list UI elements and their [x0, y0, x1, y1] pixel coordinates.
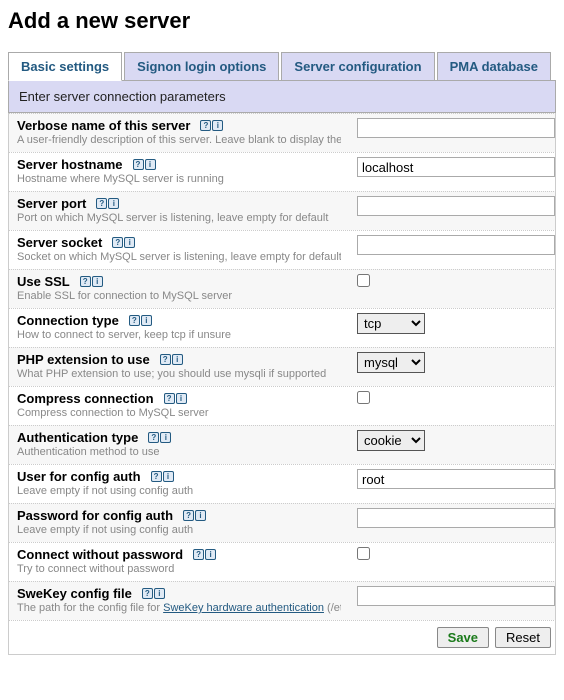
phpext-select[interactable]: mysql	[357, 352, 425, 373]
port-desc: Port on which MySQL server is listening,…	[17, 212, 341, 224]
user-input[interactable]	[357, 469, 555, 489]
authtype-select[interactable]: cookie	[357, 430, 425, 451]
page-title: Add a new server	[8, 8, 556, 34]
help-icon[interactable]: ?	[112, 237, 123, 248]
ssl-desc: Enable SSL for connection to MySQL serve…	[17, 290, 341, 302]
phpext-desc: What PHP extension to use; you should us…	[17, 368, 341, 380]
compress-checkbox[interactable]	[357, 391, 370, 404]
info-icon[interactable]: i	[92, 276, 103, 287]
compress-label: Compress connection	[17, 391, 154, 406]
hostname-input[interactable]	[357, 157, 555, 177]
port-label: Server port	[17, 196, 86, 211]
user-label: User for config auth	[17, 469, 141, 484]
ssl-checkbox[interactable]	[357, 274, 370, 287]
help-icon[interactable]: ?	[160, 354, 171, 365]
form-table: Verbose name of this server ? i A user-f…	[8, 113, 556, 655]
info-icon[interactable]: i	[205, 549, 216, 560]
info-icon[interactable]: i	[212, 120, 223, 131]
socket-desc: Socket on which MySQL server is listenin…	[17, 251, 341, 263]
info-icon[interactable]: i	[176, 393, 187, 404]
tab-basic-settings[interactable]: Basic settings	[8, 52, 122, 81]
reset-button[interactable]: Reset	[495, 627, 551, 648]
password-label: Password for config auth	[17, 508, 173, 523]
authtype-label: Authentication type	[17, 430, 138, 445]
password-input[interactable]	[357, 508, 555, 528]
help-icon[interactable]: ?	[183, 510, 194, 521]
user-desc: Leave empty if not using config auth	[17, 485, 341, 497]
help-icon[interactable]: ?	[164, 393, 175, 404]
verbose-desc: A user-friendly description of this serv…	[17, 134, 341, 146]
tab-server-configuration[interactable]: Server configuration	[281, 52, 434, 80]
socket-input[interactable]	[357, 235, 555, 255]
compress-desc: Compress connection to MySQL server	[17, 407, 341, 419]
tab-signon-login-options[interactable]: Signon login options	[124, 52, 279, 80]
help-icon[interactable]: ?	[96, 198, 107, 209]
verbose-input[interactable]	[357, 118, 555, 138]
section-header: Enter server connection parameters	[8, 81, 556, 113]
conntype-desc: How to connect to server, keep tcp if un…	[17, 329, 341, 341]
swekey-link[interactable]: SweKey hardware authentication	[163, 602, 324, 614]
help-icon[interactable]: ?	[80, 276, 91, 287]
info-icon[interactable]: i	[172, 354, 183, 365]
help-icon[interactable]: ?	[200, 120, 211, 131]
conntype-select[interactable]: tcp	[357, 313, 425, 334]
swekey-input[interactable]	[357, 586, 555, 606]
verbose-label: Verbose name of this server	[17, 118, 190, 133]
nopass-desc: Try to connect without password	[17, 563, 341, 575]
nopass-label: Connect without password	[17, 547, 183, 562]
tab-pma-database[interactable]: PMA database	[437, 52, 551, 80]
port-input[interactable]	[357, 196, 555, 216]
info-icon[interactable]: i	[195, 510, 206, 521]
authtype-desc: Authentication method to use	[17, 446, 341, 458]
help-icon[interactable]: ?	[129, 315, 140, 326]
info-icon[interactable]: i	[124, 237, 135, 248]
swekey-desc: The path for the config file for SweKey …	[17, 602, 341, 614]
password-desc: Leave empty if not using config auth	[17, 524, 341, 536]
hostname-label: Server hostname	[17, 157, 123, 172]
phpext-label: PHP extension to use	[17, 352, 150, 367]
info-icon[interactable]: i	[141, 315, 152, 326]
help-icon[interactable]: ?	[133, 159, 144, 170]
help-icon[interactable]: ?	[142, 588, 153, 599]
save-button[interactable]: Save	[437, 627, 489, 648]
info-icon[interactable]: i	[108, 198, 119, 209]
tabs: Basic settings Signon login options Serv…	[8, 52, 556, 81]
ssl-label: Use SSL	[17, 274, 70, 289]
info-icon[interactable]: i	[163, 471, 174, 482]
hostname-desc: Hostname where MySQL server is running	[17, 173, 341, 185]
info-icon[interactable]: i	[154, 588, 165, 599]
nopass-checkbox[interactable]	[357, 547, 370, 560]
swekey-label: SweKey config file	[17, 586, 132, 601]
info-icon[interactable]: i	[145, 159, 156, 170]
help-icon[interactable]: ?	[151, 471, 162, 482]
help-icon[interactable]: ?	[193, 549, 204, 560]
info-icon[interactable]: i	[160, 432, 171, 443]
socket-label: Server socket	[17, 235, 102, 250]
help-icon[interactable]: ?	[148, 432, 159, 443]
conntype-label: Connection type	[17, 313, 119, 328]
